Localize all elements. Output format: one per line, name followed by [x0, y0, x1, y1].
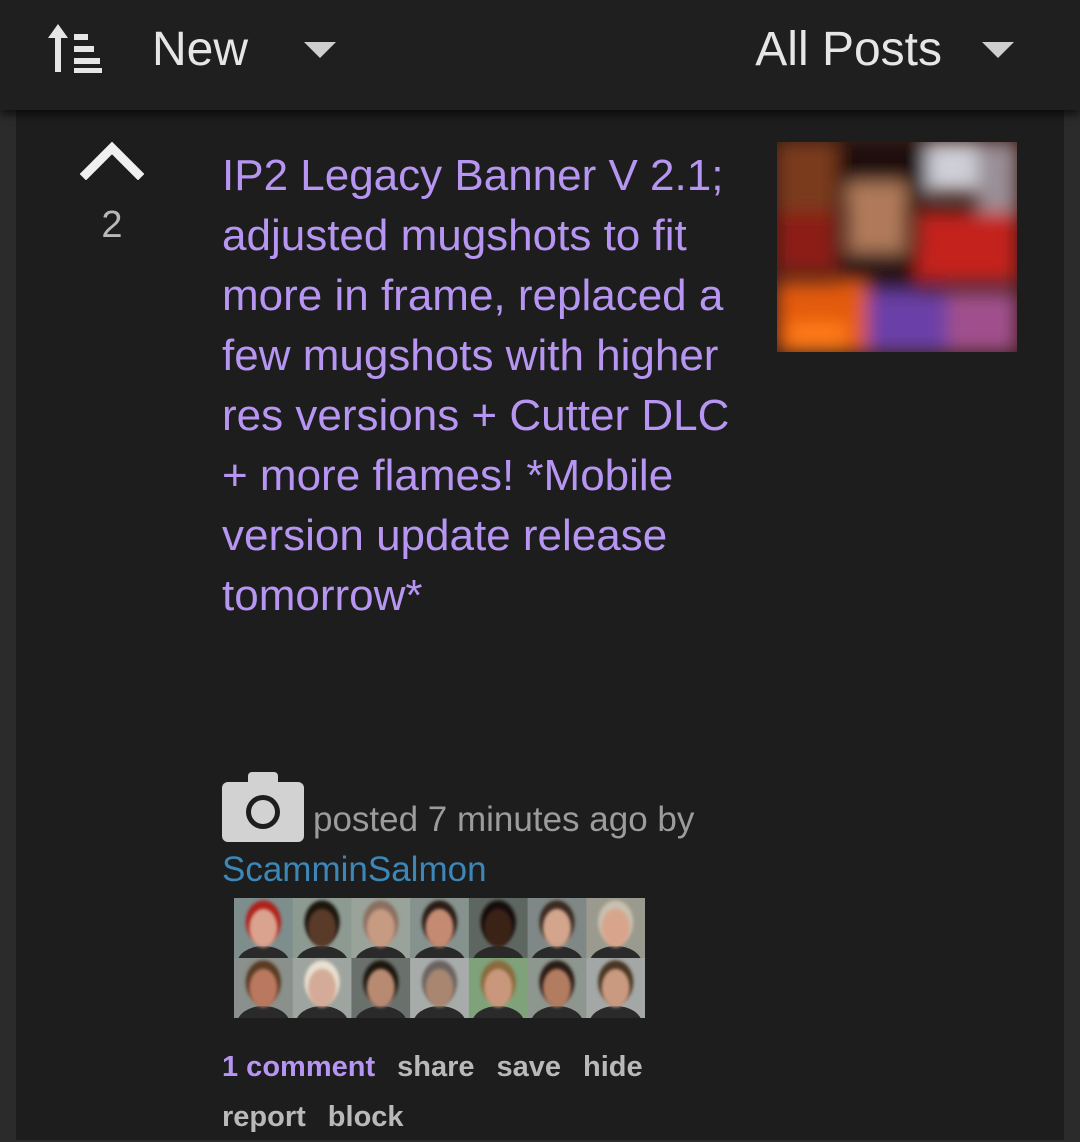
top-toolbar: New All Posts: [0, 0, 1080, 110]
upvote-chevron-up-icon[interactable]: [80, 140, 144, 180]
mugshot-thumb: [468, 958, 529, 1018]
filter-dropdown-label[interactable]: All Posts: [755, 20, 942, 80]
post-meta: posted 7 minutes ago by: [313, 800, 695, 839]
hide-link[interactable]: hide: [583, 1042, 643, 1092]
post-actions: 1 comment share save hide report block: [222, 1042, 742, 1142]
post-score: 2: [101, 204, 123, 246]
sort-ascending-icon[interactable]: [46, 24, 102, 74]
share-link[interactable]: share: [397, 1042, 474, 1092]
post-thumbnail[interactable]: [777, 142, 1017, 352]
post-title[interactable]: IP2 Legacy Banner V 2.1; adjusted mugsho…: [222, 146, 742, 626]
sort-dropdown-label[interactable]: New: [152, 20, 248, 80]
post-author-link[interactable]: ScamminSalmon: [222, 850, 487, 890]
mugshot-thumb: [410, 958, 470, 1018]
sort-caret-down-icon[interactable]: [304, 42, 336, 58]
mugshot-thumb: [292, 958, 352, 1018]
block-link[interactable]: block: [328, 1092, 404, 1142]
save-link[interactable]: save: [497, 1042, 562, 1092]
thumbnail-image: [777, 142, 1017, 352]
mugshot-thumb: [351, 958, 411, 1018]
user-flair-mugshots-image: [234, 898, 645, 1018]
comments-link[interactable]: 1 comment: [222, 1042, 375, 1092]
camera-icon: [222, 772, 304, 842]
mugshot-thumb: [586, 958, 645, 1018]
mugshot-thumb: [527, 958, 587, 1018]
filter-caret-down-icon[interactable]: [982, 42, 1014, 58]
report-link[interactable]: report: [222, 1092, 306, 1142]
mugshot-thumb: [234, 958, 294, 1018]
